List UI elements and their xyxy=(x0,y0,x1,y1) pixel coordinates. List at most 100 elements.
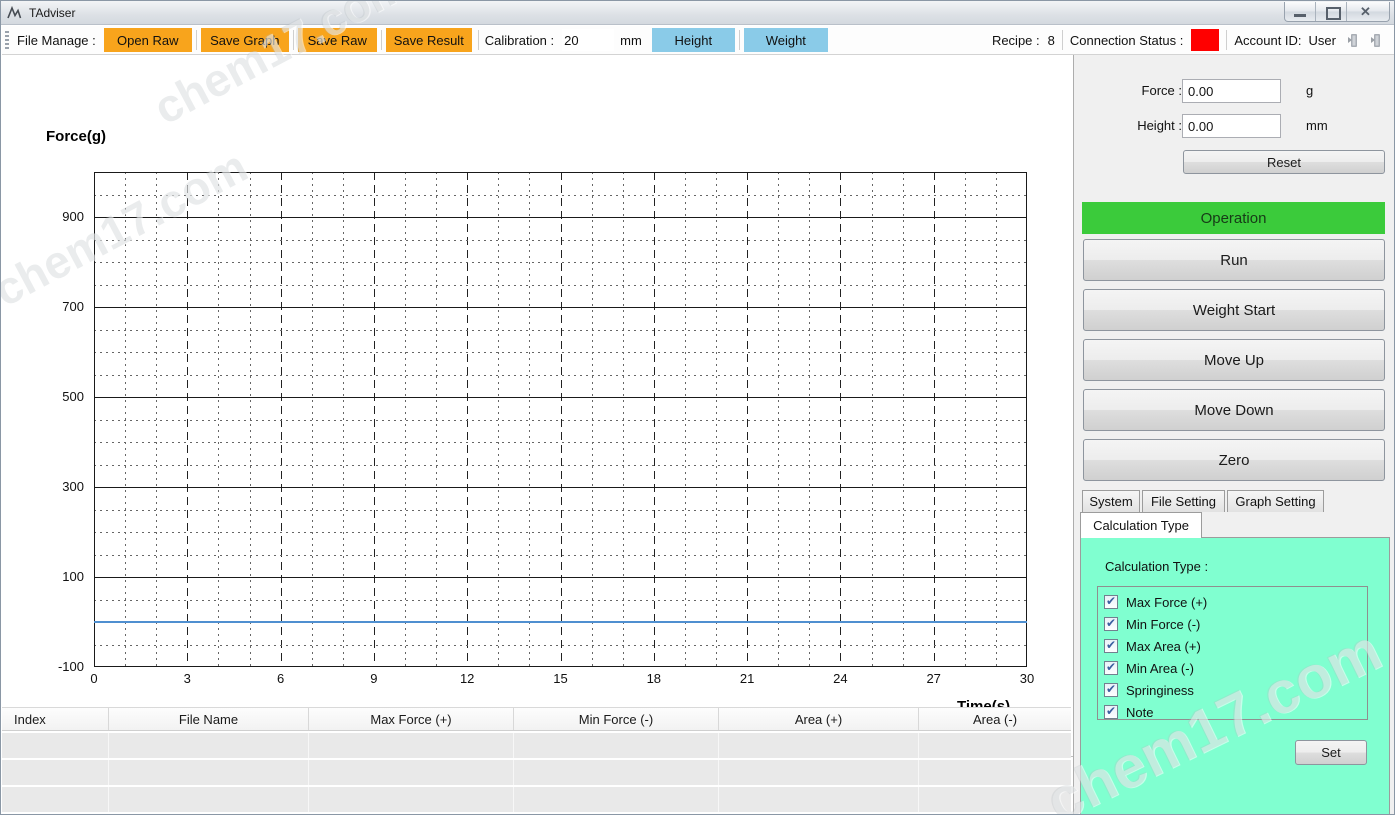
checkbox-label: Min Force (-) xyxy=(1126,617,1200,632)
y-tick-label: 100 xyxy=(40,569,84,584)
height-field[interactable] xyxy=(1182,114,1281,138)
calculation-type-label: Calculation Type : xyxy=(1105,559,1208,574)
tab-graph-setting[interactable]: Graph Setting xyxy=(1227,490,1324,512)
maximize-button[interactable] xyxy=(1316,2,1347,21)
tab-system[interactable]: System xyxy=(1082,490,1140,512)
calibration-label: Calibration : xyxy=(485,33,554,48)
y-tick-label: 700 xyxy=(40,299,84,314)
y-axis-ticks: 900700500300100-100 xyxy=(40,172,90,667)
login-icon[interactable] xyxy=(1342,33,1359,48)
save-result-button[interactable]: Save Result xyxy=(386,28,472,52)
separator xyxy=(1226,30,1227,50)
height-button[interactable]: Height xyxy=(652,28,735,52)
separator xyxy=(1062,30,1063,50)
column-header-area-plus[interactable]: Area (+) xyxy=(719,708,919,730)
force-field[interactable] xyxy=(1182,79,1281,103)
title-bar: TAdviser xyxy=(1,1,1394,25)
x-tick-label: 3 xyxy=(170,671,204,686)
force-unit: g xyxy=(1306,83,1313,98)
window-controls xyxy=(1284,2,1390,22)
y-tick-label: 900 xyxy=(40,209,84,224)
logout-icon[interactable] xyxy=(1365,33,1382,48)
table-row[interactable] xyxy=(2,760,1071,785)
minimize-button[interactable] xyxy=(1285,2,1316,21)
app-logo-icon xyxy=(7,5,24,20)
control-panel: Force : g Height : mm Reset Operation Ru… xyxy=(1073,55,1395,815)
column-header-index[interactable]: Index xyxy=(2,708,109,730)
save-raw-button[interactable]: Save Raw xyxy=(298,28,377,52)
run-button[interactable]: Run xyxy=(1083,239,1385,281)
separator xyxy=(739,30,740,50)
column-header-max-force[interactable]: Max Force (+) xyxy=(309,708,514,730)
file-manage-label: File Manage : xyxy=(17,33,96,48)
checkbox-springiness[interactable] xyxy=(1104,683,1118,697)
app-window: TAdviser File Manage : Open Raw Save Gra… xyxy=(0,0,1395,815)
x-tick-label: 6 xyxy=(264,671,298,686)
calculation-type-panel: Calculation Type : Max Force (+) Min For… xyxy=(1080,537,1390,815)
y-axis-title: Force(g) xyxy=(46,128,106,145)
checkbox-label: Note xyxy=(1126,705,1153,720)
checkbox-label: Springiness xyxy=(1126,683,1194,698)
chart-area: Force(g) 900700500300100-100 03691215182… xyxy=(2,55,1073,702)
table-row[interactable] xyxy=(2,787,1071,812)
weight-start-button[interactable]: Weight Start xyxy=(1083,289,1385,331)
reset-button[interactable]: Reset xyxy=(1183,150,1385,174)
separator xyxy=(381,30,382,50)
zero-button[interactable]: Zero xyxy=(1083,439,1385,481)
separator xyxy=(478,30,479,50)
recipe-value: 8 xyxy=(1048,33,1055,48)
checkbox-label: Max Area (+) xyxy=(1126,639,1201,654)
separator xyxy=(293,30,294,50)
weight-button[interactable]: Weight xyxy=(744,28,828,52)
checkbox-note[interactable] xyxy=(1104,705,1118,719)
height-unit: mm xyxy=(1306,118,1328,133)
column-header-area-minus[interactable]: Area (-) xyxy=(919,708,1071,730)
table-row[interactable] xyxy=(2,733,1071,758)
checkbox-max-force-plus[interactable] xyxy=(1104,595,1118,609)
height-label: Height : xyxy=(1100,118,1182,133)
table-header: Index File Name Max Force (+) Min Force … xyxy=(2,707,1071,731)
connection-indicator xyxy=(1191,29,1219,51)
y-tick-label: 500 xyxy=(40,389,84,404)
tab-calculation-type[interactable]: Calculation Type xyxy=(1080,512,1202,538)
checkbox-label: Min Area (-) xyxy=(1126,661,1194,676)
checkbox-min-area-minus[interactable] xyxy=(1104,661,1118,675)
plot-area xyxy=(94,172,1027,667)
x-tick-label: 9 xyxy=(357,671,391,686)
y-tick-label: 300 xyxy=(40,479,84,494)
move-up-button[interactable]: Move Up xyxy=(1083,339,1385,381)
x-axis-ticks: 036912151821242730 xyxy=(94,671,1027,687)
separator xyxy=(196,30,197,50)
x-tick-label: 24 xyxy=(823,671,857,686)
results-table: Index File Name Max Force (+) Min Force … xyxy=(2,707,1071,815)
account-id-value: User xyxy=(1309,33,1336,48)
calibration-input[interactable] xyxy=(562,29,614,51)
x-tick-label: 27 xyxy=(917,671,951,686)
close-button[interactable] xyxy=(1347,2,1389,21)
checkbox-label: Max Force (+) xyxy=(1126,595,1207,610)
calibration-unit: mm xyxy=(620,33,642,48)
checkbox-min-force-minus[interactable] xyxy=(1104,617,1118,631)
calculation-type-groupbox: Max Force (+) Min Force (-) Max Area (+)… xyxy=(1097,586,1368,720)
toolbar-grip[interactable] xyxy=(5,31,9,49)
x-tick-label: 12 xyxy=(450,671,484,686)
connection-status-label: Connection Status : xyxy=(1070,33,1183,48)
open-raw-button[interactable]: Open Raw xyxy=(104,28,192,52)
x-tick-label: 0 xyxy=(77,671,111,686)
operation-header-button[interactable]: Operation xyxy=(1082,202,1385,234)
set-button[interactable]: Set xyxy=(1295,740,1367,765)
save-graph-button[interactable]: Save Graph xyxy=(201,28,289,52)
checkbox-max-area-plus[interactable] xyxy=(1104,639,1118,653)
move-down-button[interactable]: Move Down xyxy=(1083,389,1385,431)
recipe-label: Recipe : xyxy=(992,33,1040,48)
window-title: TAdviser xyxy=(29,6,75,20)
x-tick-label: 30 xyxy=(1010,671,1044,686)
column-header-min-force[interactable]: Min Force (-) xyxy=(514,708,719,730)
force-label: Force : xyxy=(1100,83,1182,98)
x-tick-label: 15 xyxy=(544,671,578,686)
column-header-file-name[interactable]: File Name xyxy=(109,708,309,730)
tab-file-setting[interactable]: File Setting xyxy=(1142,490,1225,512)
account-id-label: Account ID: xyxy=(1234,33,1301,48)
toolbar: File Manage : Open Raw Save Graph Save R… xyxy=(2,26,1394,55)
x-tick-label: 21 xyxy=(730,671,764,686)
